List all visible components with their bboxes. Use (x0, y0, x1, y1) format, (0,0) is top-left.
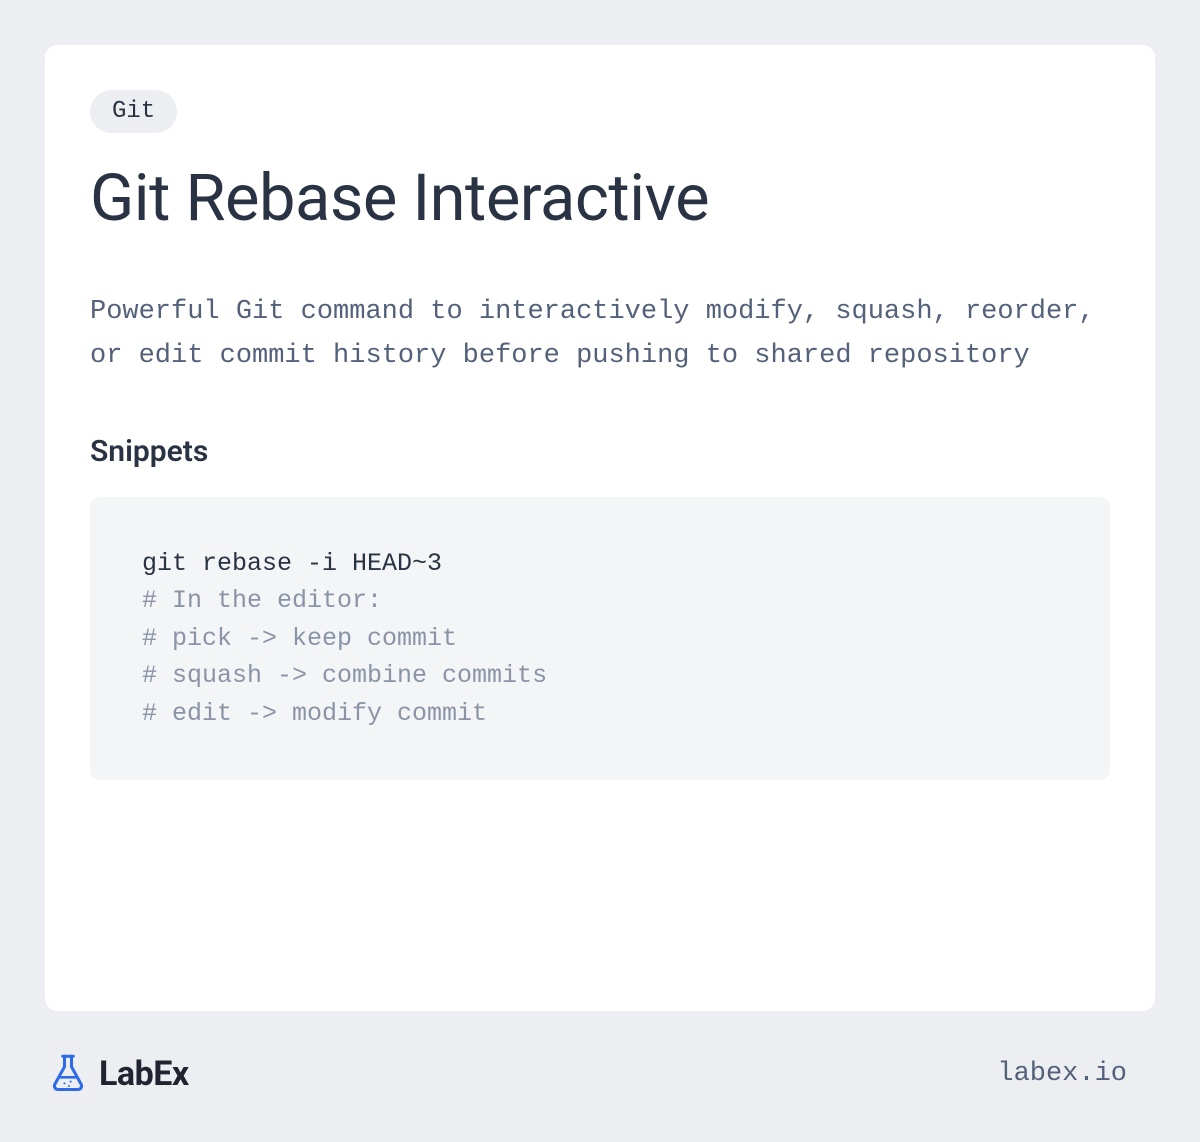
snippet-command: git rebase -i HEAD~3 (142, 545, 1058, 583)
code-snippet-block: git rebase -i HEAD~3 # In the editor: # … (90, 497, 1110, 781)
snippets-heading: Snippets (90, 434, 1110, 469)
snippet-comment: # In the editor: (142, 582, 1058, 620)
snippet-comment: # pick -> keep commit (142, 620, 1058, 658)
logo: LabEx (47, 1051, 189, 1097)
content-card: Git Git Rebase Interactive Powerful Git … (45, 45, 1155, 1011)
snippet-comment: # squash -> combine commits (142, 657, 1058, 695)
description-text: Powerful Git command to interactively mo… (90, 290, 1110, 379)
page-title: Git Rebase Interactive (90, 163, 1110, 235)
footer-url: labex.io (997, 1059, 1127, 1089)
footer: LabEx labex.io (45, 1011, 1155, 1097)
flask-icon (47, 1051, 89, 1097)
topic-tag: Git (90, 90, 177, 133)
snippet-comment: # edit -> modify commit (142, 695, 1058, 733)
logo-text: LabEx (99, 1054, 189, 1094)
